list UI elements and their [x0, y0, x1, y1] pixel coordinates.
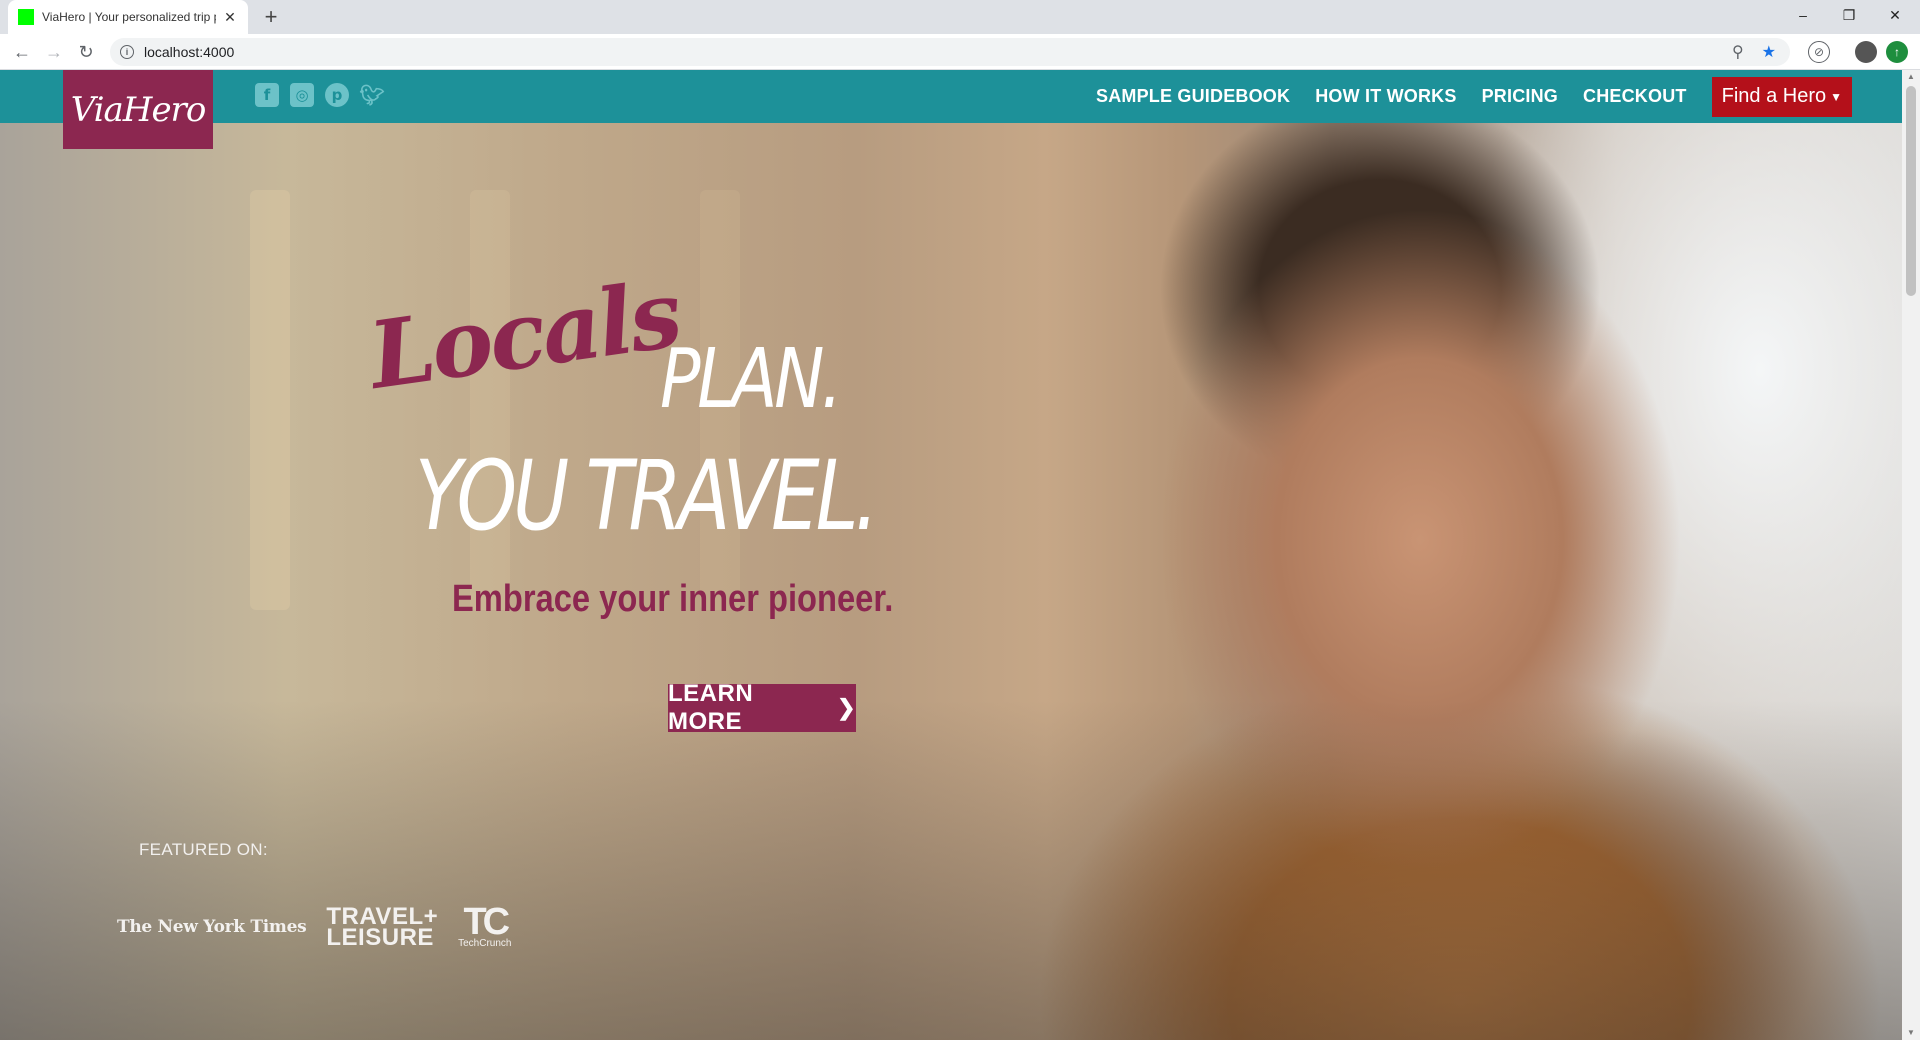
- profile-avatar[interactable]: [1855, 41, 1877, 63]
- minimize-button[interactable]: –: [1780, 0, 1826, 30]
- address-bar[interactable]: i localhost:4000 ⚲ ★: [110, 38, 1790, 66]
- tab-title: ViaHero | Your personalized trip planner: [42, 10, 216, 24]
- nav-sample-guidebook[interactable]: SAMPLE GUIDEBOOK: [1096, 86, 1290, 107]
- viahero-logo[interactable]: ViaHero: [63, 70, 213, 149]
- scroll-down-icon[interactable]: ▼: [1902, 1026, 1920, 1040]
- nyt-logo: The New York Times: [117, 916, 307, 937]
- tl-line2: LEISURE: [326, 923, 434, 951]
- browser-tabstrip: ViaHero | Your personalized trip planner…: [0, 0, 1920, 34]
- forward-icon[interactable]: →: [40, 38, 68, 66]
- pinterest-icon[interactable]: p: [325, 83, 349, 107]
- new-tab-button[interactable]: +: [258, 4, 284, 30]
- twitter-icon[interactable]: 🐦︎: [359, 83, 384, 107]
- site-info-icon[interactable]: i: [120, 45, 134, 59]
- headline-plan: PLAN.: [660, 332, 843, 427]
- bookmark-star-icon[interactable]: ★: [1762, 42, 1776, 62]
- hero-background: [0, 70, 1902, 1040]
- learn-more-button[interactable]: LEARN MORE ❯: [668, 680, 856, 735]
- hero-shade: [0, 700, 1902, 1040]
- scroll-thumb[interactable]: [1906, 86, 1916, 296]
- page-scrollbar[interactable]: ▲ ▼: [1902, 70, 1920, 1040]
- nav-pricing[interactable]: PRICING: [1482, 86, 1558, 107]
- address-url[interactable]: localhost:4000: [144, 44, 234, 60]
- zoom-icon[interactable]: ⚲: [1732, 42, 1744, 62]
- nav-checkout[interactable]: CHECKOUT: [1583, 86, 1687, 107]
- tc-mark: TC: [463, 901, 510, 943]
- close-window-button[interactable]: ✕: [1872, 0, 1918, 30]
- tab-close-icon[interactable]: ✕: [222, 9, 238, 26]
- travel-leisure-logo: TRAVEL+ LEISURE: [326, 904, 438, 951]
- browser-tab[interactable]: ViaHero | Your personalized trip planner…: [8, 0, 248, 34]
- facebook-icon[interactable]: f: [255, 83, 279, 107]
- find-a-hero-label: Find a Hero: [1721, 85, 1827, 107]
- browser-toolbar: ← → ↻ i localhost:4000 ⚲ ★ ⊘ ↑: [0, 34, 1920, 70]
- nav-links: SAMPLE GUIDEBOOK HOW IT WORKS PRICING CH…: [1096, 70, 1902, 123]
- extension-icon[interactable]: ⊘: [1808, 41, 1830, 63]
- tc-name: TechCrunch: [458, 938, 512, 949]
- page-viewport: f ◎ p 🐦︎ SAMPLE GUIDEBOOK HOW IT WORKS P…: [0, 70, 1902, 1040]
- background-window-reflection: [250, 190, 290, 610]
- nav-how-it-works[interactable]: HOW IT WORKS: [1315, 86, 1456, 107]
- hero-tagline: Embrace your inner pioneer.: [452, 578, 894, 620]
- social-links: f ◎ p 🐦︎: [255, 83, 385, 107]
- back-icon[interactable]: ←: [8, 38, 36, 66]
- scroll-up-icon[interactable]: ▲: [1902, 70, 1920, 84]
- logo-text: ViaHero: [70, 89, 207, 130]
- instagram-icon[interactable]: ◎: [290, 83, 314, 107]
- techcrunch-logo: TC TechCrunch: [458, 901, 512, 949]
- featured-on-label: FEATURED ON:: [139, 840, 268, 859]
- press-logos: The New York Times TRAVEL+ LEISURE TC Te…: [117, 901, 512, 951]
- headline-you-travel: YOU TRAVEL.: [415, 440, 879, 552]
- update-icon[interactable]: ↑: [1886, 41, 1908, 63]
- site-navbar: f ◎ p 🐦︎ SAMPLE GUIDEBOOK HOW IT WORKS P…: [0, 70, 1902, 123]
- favicon-icon: [18, 9, 34, 25]
- restore-button[interactable]: ❐: [1826, 0, 1872, 30]
- chevron-right-icon: ❯: [837, 695, 856, 720]
- reload-icon[interactable]: ↻: [72, 38, 100, 66]
- caret-down-icon: ▼: [1830, 89, 1842, 104]
- learn-more-label: LEARN MORE: [668, 680, 754, 735]
- find-a-hero-button[interactable]: Find a Hero ▼: [1711, 76, 1852, 117]
